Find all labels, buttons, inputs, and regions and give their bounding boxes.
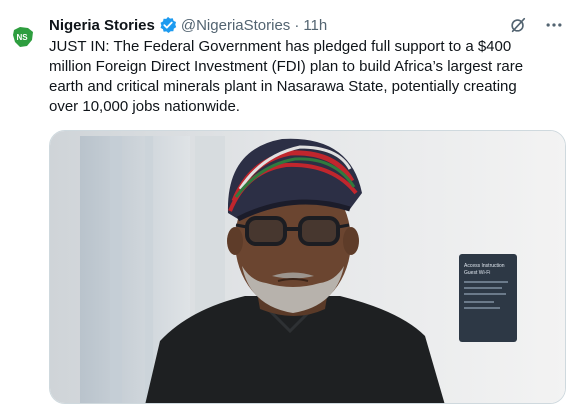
separator-dot: · bbox=[294, 16, 300, 34]
author-handle[interactable]: @NigeriaStories bbox=[181, 17, 290, 34]
tweet-card[interactable]: NS Nigeria Stories @NigeriaStories · 11h bbox=[0, 0, 575, 407]
verified-badge-icon[interactable] bbox=[159, 16, 177, 34]
avatar[interactable]: NS bbox=[10, 24, 36, 50]
sign-line-2: Guest Wi-Fi bbox=[464, 270, 490, 276]
tweet-header: Nigeria Stories @NigeriaStories · 11h bbox=[49, 14, 563, 36]
photo-of-man-in-cap-and-glasses: Access Instruction Guest Wi-Fi bbox=[50, 131, 565, 403]
grok-icon[interactable] bbox=[509, 16, 527, 34]
sign-line-1: Access Instruction bbox=[464, 263, 505, 269]
avatar-text: NS bbox=[17, 33, 29, 42]
timestamp[interactable]: 11h bbox=[303, 17, 327, 34]
wall-sign: Access Instruction Guest Wi-Fi bbox=[459, 254, 517, 342]
nigeria-map-logo-icon: NS bbox=[13, 27, 33, 47]
more-icon[interactable] bbox=[545, 16, 563, 34]
tweet-text: JUST IN: The Federal Government has pled… bbox=[49, 38, 524, 115]
author-name[interactable]: Nigeria Stories bbox=[49, 17, 155, 34]
tweet-image[interactable]: Access Instruction Guest Wi-Fi bbox=[49, 130, 566, 404]
header-actions bbox=[509, 16, 563, 34]
